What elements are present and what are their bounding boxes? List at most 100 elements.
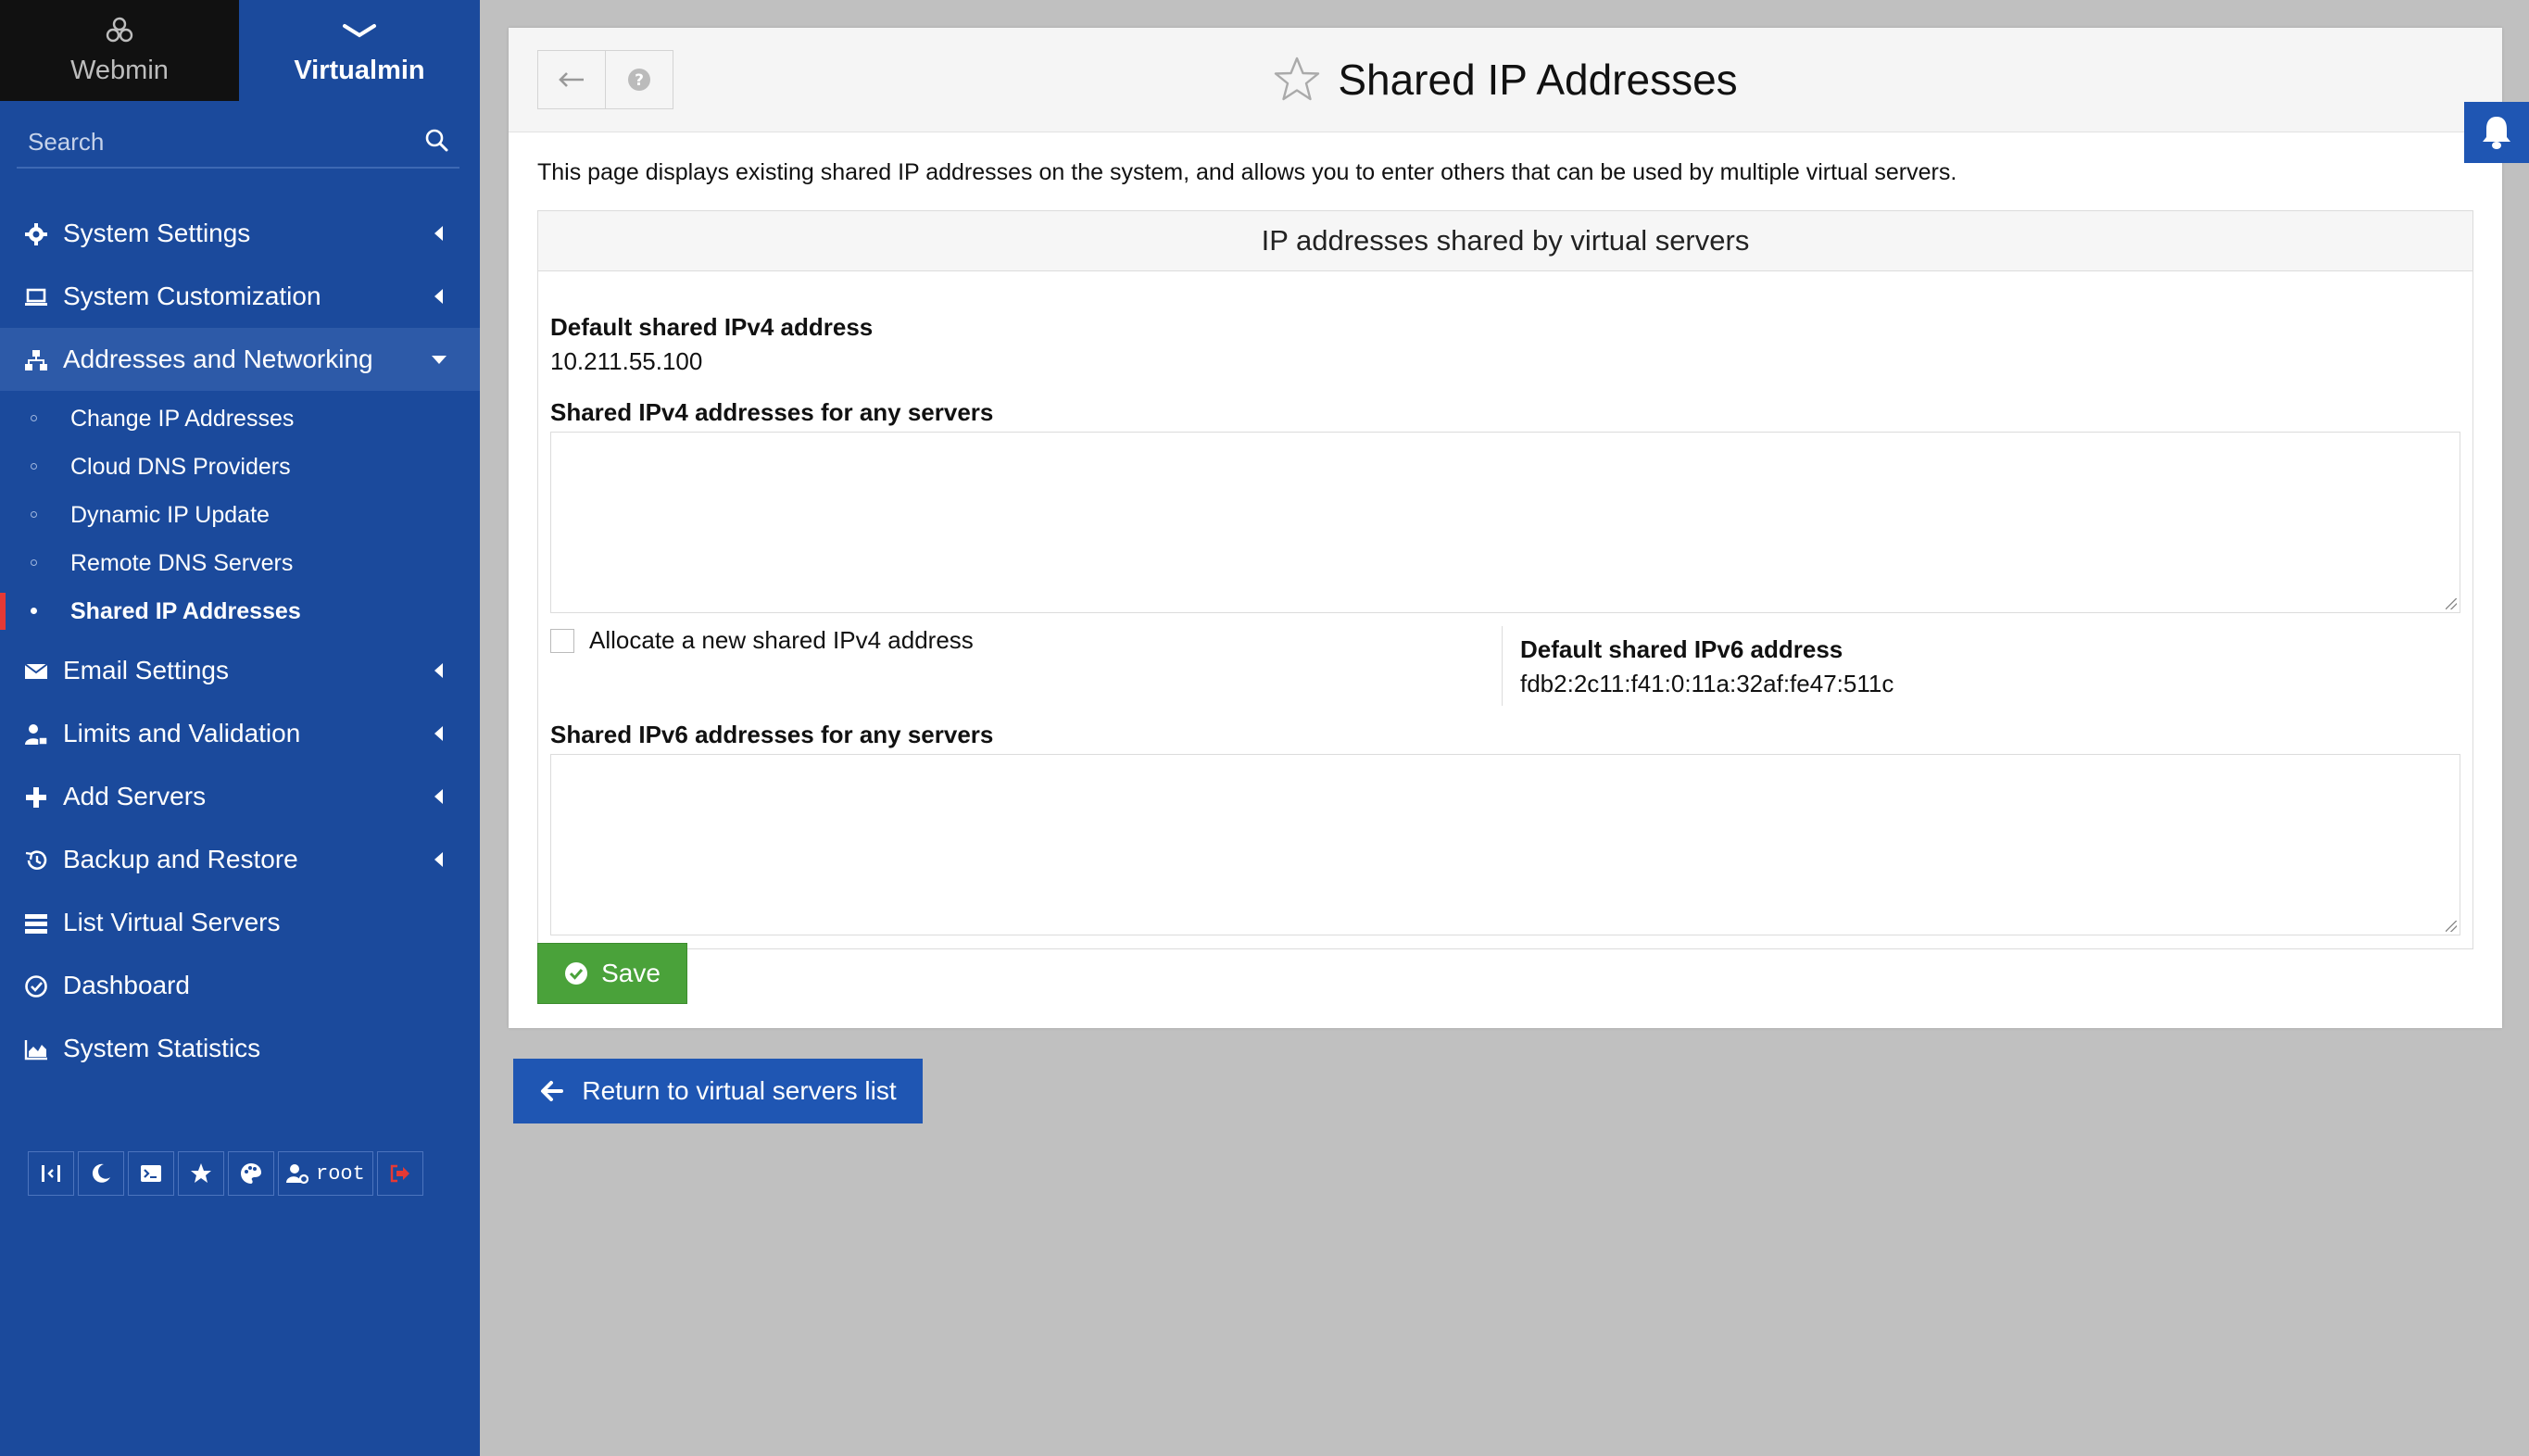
caret-left-icon	[434, 789, 443, 804]
user-lock-icon	[25, 724, 48, 746]
caret-left-icon	[434, 726, 443, 741]
laptop-icon	[25, 288, 47, 306]
logout-button[interactable]	[376, 1151, 423, 1196]
server-list-icon	[25, 914, 47, 934]
area-chart-icon	[24, 1040, 47, 1061]
star-outline-icon[interactable]	[1273, 56, 1321, 104]
resize-grip-icon[interactable]	[2446, 921, 2457, 932]
bullet-icon	[31, 463, 37, 470]
sidebar-menu: System Settings System Customization Add…	[0, 202, 480, 1080]
bullet-icon	[31, 559, 37, 566]
sidebar-toolbar: root	[28, 1151, 423, 1198]
sidebar-item-label: Email Settings	[63, 656, 229, 684]
page-description: This page displays existing shared IP ad…	[537, 159, 1957, 185]
sidebar-subitem-dynamic-ip[interactable]: Dynamic IP Update	[0, 491, 480, 539]
tab-virtualmin[interactable]: Virtualmin	[239, 0, 480, 101]
return-to-list-button[interactable]: Return to virtual servers list	[513, 1059, 923, 1123]
user-name: root	[316, 1161, 365, 1186]
notifications-button[interactable]	[2464, 102, 2529, 163]
sidebar-subitem-change-ip[interactable]: Change IP Addresses	[0, 395, 480, 443]
network-icon	[25, 350, 47, 370]
terminal-icon	[141, 1165, 161, 1182]
terminal-button[interactable]	[128, 1151, 174, 1196]
sidebar-item-add-servers[interactable]: Add Servers	[0, 765, 480, 828]
panel-header: Shared IP Addresses ?	[509, 28, 2502, 132]
back-button[interactable]	[537, 50, 606, 109]
shared-ipv4-label: Shared IPv4 addresses for any servers	[550, 398, 994, 426]
default-ipv4-value: 10.211.55.100	[550, 347, 703, 375]
sidebar-item-label: Dashboard	[63, 971, 190, 999]
caret-left-icon	[434, 663, 443, 678]
page-title-bar: Shared IP Addresses	[509, 28, 2502, 132]
sidebar-item-label: Add Servers	[63, 782, 207, 810]
save-button-label: Save	[601, 959, 661, 987]
sidebar-item-email-settings[interactable]: Email Settings	[0, 639, 480, 702]
search-icon[interactable]	[424, 128, 448, 152]
caret-left-icon	[434, 289, 443, 304]
user-cog-icon	[286, 1164, 308, 1185]
user-menu-button[interactable]: root	[278, 1151, 373, 1196]
default-ipv6-label: Default shared IPv6 address	[1520, 635, 1843, 663]
logout-icon	[390, 1164, 409, 1183]
history-icon	[25, 850, 47, 870]
sidebar-subitem-cloud-dns[interactable]: Cloud DNS Providers	[0, 443, 480, 491]
default-ipv4-label: Default shared IPv4 address	[550, 313, 874, 341]
sidebar: Webmin Virtualmin System Settings	[0, 0, 480, 1456]
caret-left-icon	[434, 226, 443, 241]
sidebar-subitem-label: Dynamic IP Update	[70, 501, 270, 528]
gear-icon	[25, 223, 47, 245]
sidebar-subitem-label: Cloud DNS Providers	[70, 453, 291, 480]
collapse-button[interactable]	[28, 1151, 74, 1196]
help-icon: ?	[628, 69, 650, 91]
collapse-icon	[42, 1165, 60, 1182]
bullet-icon	[31, 608, 37, 614]
sidebar-item-backup-restore[interactable]: Backup and Restore	[0, 828, 480, 891]
star-icon	[191, 1163, 211, 1183]
sidebar-item-label: List Virtual Servers	[63, 908, 281, 936]
webmin-logo-icon	[104, 15, 135, 52]
default-ipv6-value: fdb2:2c11:f41:0:11a:32af:fe47:511c	[1520, 670, 1894, 697]
favorites-button[interactable]	[178, 1151, 224, 1196]
page-title: Shared IP Addresses	[1338, 56, 1738, 104]
bullet-icon	[31, 415, 37, 421]
allocate-ipv4-label[interactable]: Allocate a new shared IPv4 address	[589, 626, 974, 655]
active-indicator	[0, 593, 6, 630]
tab-webmin-label: Webmin	[70, 56, 169, 85]
sidebar-item-label: Addresses and Networking	[63, 345, 373, 373]
chevron-down-icon	[342, 15, 377, 52]
shared-ipv4-textarea[interactable]	[550, 432, 2460, 613]
sidebar-item-addresses-networking[interactable]: Addresses and Networking	[0, 328, 480, 391]
sidebar-item-label: System Settings	[63, 219, 251, 247]
sidebar-item-system-customization[interactable]: System Customization	[0, 265, 480, 328]
arrow-left-icon	[541, 1081, 564, 1101]
caret-left-icon	[434, 852, 443, 867]
main-panel: Shared IP Addresses ? This page displays…	[509, 28, 2502, 1028]
search-box	[17, 117, 459, 169]
allocate-ipv4-checkbox[interactable]	[550, 628, 574, 653]
sidebar-item-system-statistics[interactable]: System Statistics	[0, 1017, 480, 1080]
night-mode-button[interactable]	[78, 1151, 124, 1196]
sidebar-subitem-label: Change IP Addresses	[70, 405, 295, 432]
bell-icon	[2483, 117, 2510, 149]
allocate-ipv4-row: Allocate a new shared IPv4 address	[550, 626, 974, 655]
sidebar-subitem-shared-ip[interactable]: Shared IP Addresses	[0, 587, 480, 635]
sidebar-subitem-remote-dns[interactable]: Remote DNS Servers	[0, 539, 480, 587]
sidebar-item-list-virtual-servers[interactable]: List Virtual Servers	[0, 891, 480, 954]
back-arrow-icon	[559, 72, 584, 87]
sidebar-item-dashboard[interactable]: Dashboard	[0, 954, 480, 1017]
resize-grip-icon[interactable]	[2446, 598, 2457, 609]
tab-virtualmin-label: Virtualmin	[294, 56, 425, 85]
sidebar-item-system-settings[interactable]: System Settings	[0, 202, 480, 265]
bullet-icon	[31, 511, 37, 518]
check-circle-icon	[565, 962, 588, 985]
sidebar-item-limits-validation[interactable]: Limits and Validation	[0, 702, 480, 765]
search-input[interactable]	[26, 122, 419, 161]
help-button[interactable]: ?	[605, 50, 673, 109]
tab-webmin[interactable]: Webmin	[0, 0, 239, 101]
shared-ip-form: IP addresses shared by virtual servers D…	[537, 210, 2473, 949]
save-button[interactable]: Save	[537, 943, 687, 1004]
sidebar-subitem-label: Remote DNS Servers	[70, 549, 294, 576]
dashboard-icon	[25, 975, 47, 998]
shared-ipv6-textarea[interactable]	[550, 754, 2460, 935]
theme-button[interactable]	[228, 1151, 274, 1196]
